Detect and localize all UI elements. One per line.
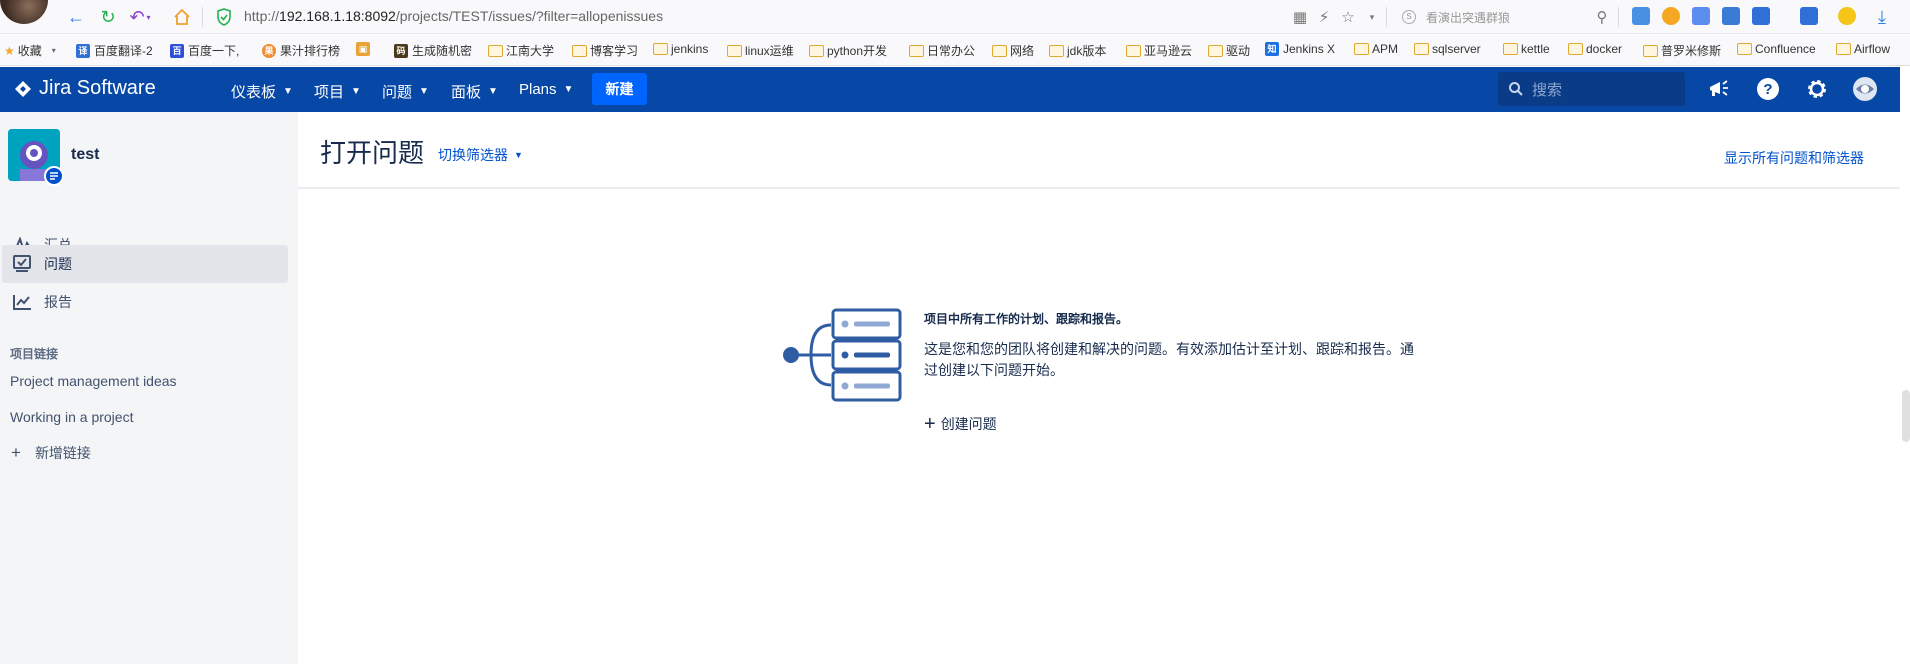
bookmark-folder[interactable]: 驱动 [1208,42,1250,59]
bookmark-folder[interactable]: jdk版本 [1049,42,1106,59]
empty-state-illustration-icon [783,308,902,402]
bookmark-folder[interactable]: 日常办公 [909,42,975,59]
plus-icon: + [11,443,21,462]
project-sidebar: test 汇总 问题 报告 项目链接 Project management id… [0,112,298,664]
search-input[interactable]: 搜索 [1498,72,1685,106]
sidebar-item-label: 报告 [44,294,72,310]
bookmark-folder[interactable]: APM [1354,42,1398,56]
bookmark-item[interactable]: 码生成随机密 [394,42,472,59]
project-type-badge-icon [44,166,64,186]
bookmark-folder[interactable]: 博客学习 [572,42,638,59]
bookmark-folder[interactable]: python开发 [809,42,887,59]
bookmark-folder[interactable]: linux运维 [727,42,794,59]
create-issue-label: 创建问题 [940,416,997,432]
bookmark-folder[interactable]: jenkins [653,42,708,56]
bookmark-item[interactable]: 百百度一下, [170,42,239,59]
bookmark-folder[interactable]: 普罗米修斯 [1643,42,1721,59]
project-link-working[interactable]: Working in a project [10,409,133,425]
extension-translate-icon[interactable] [1632,7,1650,25]
project-link-ideas[interactable]: Project management ideas [10,373,177,389]
star-icon[interactable]: ☆ [1338,6,1358,28]
chevron-down-icon[interactable]: ▾ [1362,6,1382,28]
bookmark-folder[interactable]: 江南大学 [488,42,554,59]
home-icon[interactable] [170,5,194,29]
extension-save-icon[interactable] [1722,7,1740,25]
back-icon[interactable]: ← [64,5,88,29]
lightning-icon[interactable]: ⚡ [1314,6,1334,28]
undo-icon[interactable]: ↶ ▾ [128,5,152,29]
bookmark-item[interactable]: 译百度翻译-2 [76,42,153,59]
qr-code-icon[interactable]: ▦ [1290,6,1310,28]
bookmark-folder[interactable]: docker [1568,42,1622,56]
main-header: 打开问题 切换筛选器 ▼ 显示所有问题和筛选器 [298,112,1900,189]
user-avatar[interactable] [0,0,48,24]
settings-gear-icon[interactable] [1803,75,1831,103]
nav-plans[interactable]: Plans ▼ [519,81,573,98]
extension-key-icon[interactable] [1662,7,1680,25]
add-link-button[interactable]: + 新增链接 [10,443,91,463]
jira-logo-icon [15,80,31,97]
reports-icon [12,293,34,311]
bookmark-item[interactable]: ▣ [356,42,374,56]
page-title: 打开问题 [320,138,425,168]
extension-puzzle-icon[interactable] [1692,7,1710,25]
download-icon[interactable]: ⤓ [1872,6,1892,28]
megaphone-icon[interactable] [1705,75,1733,103]
empty-state-title: 项目中所有工作的计划、跟踪和报告。 [924,312,1129,326]
search-icon[interactable]: ⚲ [1592,6,1612,28]
bookmark-folder[interactable]: sqlserver [1414,42,1481,56]
svg-text:?: ? [1763,81,1772,98]
project-name[interactable]: test [71,146,99,164]
jira-header: Jira Software 仪表板 ▼ 项目 ▼ 问题 ▼ 面板 ▼ Plans ▼ 新建… [0,67,1900,112]
sidebar-item-label: 问题 [44,256,72,272]
plus-icon: + [924,413,936,435]
scrollbar[interactable] [1902,390,1910,442]
issues-icon [12,255,34,273]
search-icon [1509,82,1523,96]
help-icon[interactable]: ? [1754,75,1782,103]
bookmark-folder[interactable]: Airflow [1836,42,1890,56]
browser-search-input[interactable]: S 看演出突遇群狼 [1402,7,1612,27]
bookmark-folder[interactable]: kettle [1503,42,1550,56]
reload-icon[interactable]: ↻ [96,5,120,29]
bookmark-folder[interactable]: 网络 [992,42,1034,59]
sidebar-item-reports[interactable]: 报告 [2,283,288,321]
sidebar-item-issues[interactable]: 问题 [2,245,288,283]
bookmark-item[interactable]: 知 Jenkins X [1265,42,1335,56]
scissors-icon[interactable] [1752,7,1770,25]
nav-dashboards[interactable]: 仪表板 ▼ [231,81,293,102]
bookmark-favorites[interactable]: ★ 收藏 ▾ [4,42,56,59]
bookmark-folder[interactable]: 亚马逊云 [1126,42,1192,59]
nav-projects[interactable]: 项目 ▼ [314,81,361,102]
address-bar[interactable]: http://192.168.1.18:8092/projects/TEST/i… [244,8,663,24]
extension-more-icon[interactable] [1838,7,1856,25]
profile-avatar[interactable] [1851,75,1879,103]
extension-doc-icon[interactable] [1800,7,1818,25]
create-button[interactable]: 新建 [592,73,647,105]
empty-state-description: 这是您和您的团队将创建和解决的问题。有效添加估计至计划、跟踪和报告。通过创建以下… [924,341,1414,378]
jira-logo[interactable]: Jira Software [14,77,156,100]
bookmarks-bar: ★ 收藏 ▾ 译百度翻译-2 百百度一下, 果果汁排行榜 ▣ 码生成随机密 江南大学… [0,35,1910,66]
secure-shield-icon[interactable] [216,8,232,26]
show-all-issues-link[interactable]: 显示所有问题和筛选器 [1724,148,1864,168]
bookmark-item[interactable]: 果果汁排行榜 [262,42,340,59]
bookmark-folder[interactable]: Confluence [1737,42,1816,56]
browser-toolbar: ← ↻ ↶ ▾ http://192.168.1.18:8092/projects… [0,0,1910,34]
chevron-down-icon: ▼ [514,150,523,160]
add-link-label: 新增链接 [34,445,91,461]
create-issue-button[interactable]: + 创建问题 [924,414,997,434]
nav-boards[interactable]: 面板 ▼ [451,81,498,102]
project-links-heading: 项目链接 [10,347,59,361]
nav-issues[interactable]: 问题 ▼ [382,81,429,102]
switch-filter-dropdown[interactable]: 切换筛选器 ▼ [438,145,523,165]
